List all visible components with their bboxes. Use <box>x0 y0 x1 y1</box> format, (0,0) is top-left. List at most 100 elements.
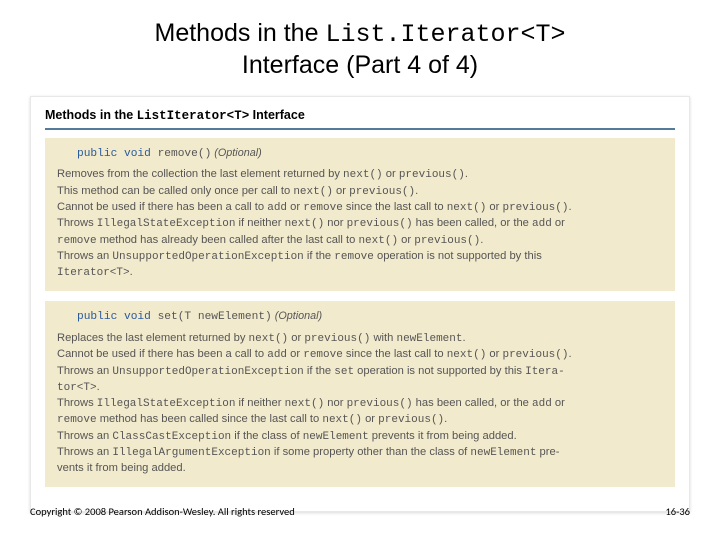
text-span: Cannot be used if there has been a call … <box>57 348 267 360</box>
text-span: if the class of <box>231 430 303 442</box>
slide-title: Methods in the List.Iterator<T> Interfac… <box>30 18 690 82</box>
text-span: since the last call to <box>343 201 447 213</box>
desc-line: Throws an ClassCastException if the clas… <box>57 429 663 444</box>
copyright-footer: Copyright © 2008 Pearson Addison-Wesley.… <box>30 505 295 518</box>
text-span: Removes from the collection the last ele… <box>57 168 343 180</box>
text-span: has been called, or the <box>413 217 532 229</box>
code-span: IllegalStateException <box>97 398 236 410</box>
text-span: or <box>287 201 303 213</box>
text-span: if neither <box>235 217 284 229</box>
desc-line: This method can be called only once per … <box>57 184 663 199</box>
code-span: previous() <box>414 235 480 247</box>
methods-panel: Methods in the ListIterator<T> Interface… <box>30 96 690 512</box>
text-span: or <box>287 348 303 360</box>
desc-line: Iterator<T>. <box>57 265 663 280</box>
code-span: next() <box>447 202 487 214</box>
text-span: or <box>552 397 565 409</box>
text-span: if neither <box>235 397 284 409</box>
method-remove-desc: Removes from the collection the last ele… <box>57 167 663 280</box>
text-span: This method can be called only once per … <box>57 185 293 197</box>
desc-line: remove method has already been called af… <box>57 233 663 248</box>
text-span: . <box>568 348 571 360</box>
keyword: public void <box>77 148 151 160</box>
panel-heading-code: ListIterator<T> <box>137 109 250 123</box>
panel-heading-suffix: Interface <box>249 108 305 122</box>
code-span: previous() <box>349 186 415 198</box>
code-span: previous() <box>347 398 413 410</box>
code-span: tor<T> <box>57 382 97 394</box>
text-span: Throws an <box>57 430 112 442</box>
text-span: pre- <box>536 446 559 458</box>
panel-heading: Methods in the ListIterator<T> Interface <box>45 107 675 124</box>
text-span: Throws an <box>57 250 112 262</box>
text-span: if the <box>304 365 334 377</box>
text-span: or <box>398 234 414 246</box>
code-span: previous() <box>399 169 465 181</box>
optional-tag: (Optional) <box>211 147 261 159</box>
text-span: . <box>97 381 100 393</box>
code-span: remove <box>57 235 97 247</box>
desc-line: tor<T>. <box>57 380 663 395</box>
desc-line: Throws an IllegalArgumentException if so… <box>57 445 663 460</box>
code-span: newElement <box>396 333 462 345</box>
text-span: if some property other than the class of <box>271 446 471 458</box>
desc-line: Removes from the collection the last ele… <box>57 167 663 182</box>
text-span: . <box>462 332 465 344</box>
text-span: Cannot be used if there has been a call … <box>57 201 267 213</box>
text-span: Throws an <box>57 365 112 377</box>
code-span: UnsupportedOperationException <box>112 251 303 263</box>
code-span: IllegalStateException <box>97 218 236 230</box>
code-span: next() <box>322 414 362 426</box>
code-span: Itera- <box>525 366 565 378</box>
code-span: previous() <box>304 333 370 345</box>
text-span: vents it from being added. <box>57 462 186 474</box>
code-span: previous() <box>378 414 444 426</box>
desc-line: Cannot be used if there has been a call … <box>57 200 663 215</box>
code-span: add <box>532 398 552 410</box>
text-span: method has already been called after the… <box>97 234 359 246</box>
code-span: previous() <box>347 218 413 230</box>
method-set-desc: Replaces the last element returned by ne… <box>57 331 663 476</box>
code-span: newElement <box>303 431 369 443</box>
text-span: since the last call to <box>343 348 447 360</box>
desc-line: Replaces the last element returned by ne… <box>57 331 663 346</box>
code-span: previous() <box>502 202 568 214</box>
text-span: . <box>465 168 468 180</box>
text-span: . <box>480 234 483 246</box>
code-span: ClassCastException <box>112 431 231 443</box>
text-span: Replaces the last element returned by <box>57 332 249 344</box>
text-span: nor <box>324 397 346 409</box>
text-span: if the <box>304 250 334 262</box>
title-line2: Interface (Part 4 of 4) <box>242 51 478 79</box>
optional-tag: (Optional) <box>272 310 322 322</box>
code-span: UnsupportedOperationException <box>112 366 303 378</box>
page-number: 16-36 <box>665 505 690 518</box>
code-span: next() <box>447 349 487 361</box>
title-prefix: Methods in the <box>155 19 326 47</box>
text-span: method has been called since the last ca… <box>97 413 323 425</box>
title-code: List.Iterator<T> <box>325 20 565 49</box>
text-span: . <box>130 266 133 278</box>
code-span: remove <box>303 349 343 361</box>
method-set-signature: public void set(T newElement) (Optional) <box>57 309 663 325</box>
desc-line: Throws an UnsupportedOperationException … <box>57 364 663 379</box>
desc-line: vents it from being added. <box>57 461 663 476</box>
text-span: or <box>362 413 378 425</box>
text-span: or <box>333 185 349 197</box>
panel-divider <box>45 128 675 130</box>
code-span: add <box>267 349 287 361</box>
text-span: operation is not supported by this <box>354 365 525 377</box>
text-span: Throws <box>57 397 97 409</box>
code-span: next() <box>285 398 325 410</box>
code-span: next() <box>358 235 398 247</box>
code-span: remove <box>303 202 343 214</box>
method-set: public void set(T newElement) (Optional)… <box>45 301 675 487</box>
desc-line: Cannot be used if there has been a call … <box>57 347 663 362</box>
desc-line: Throws IllegalStateException if neither … <box>57 396 663 411</box>
code-span: newElement <box>470 447 536 459</box>
text-span: or <box>486 348 502 360</box>
panel-heading-prefix: Methods in the <box>45 108 137 122</box>
code-span: next() <box>343 169 383 181</box>
code-span: remove <box>57 414 97 426</box>
text-span: . <box>568 201 571 213</box>
